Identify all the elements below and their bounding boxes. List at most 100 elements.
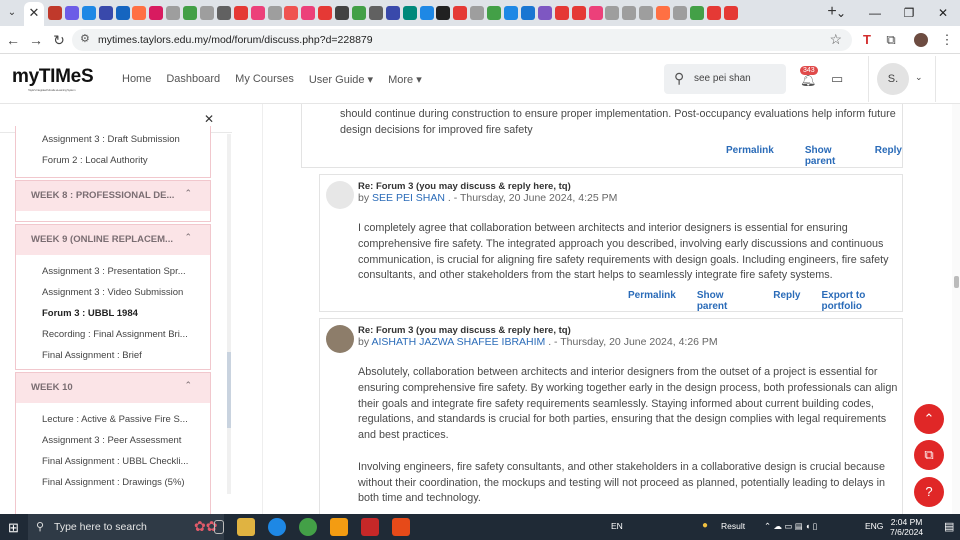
task-view-icon[interactable] — [214, 520, 224, 534]
scroll-to-top-button[interactable]: ⌃ — [914, 404, 944, 434]
tab-favicon[interactable] — [183, 6, 198, 20]
tab-favicon[interactable] — [520, 6, 535, 20]
tab-favicon[interactable] — [622, 6, 637, 20]
avatar[interactable] — [326, 181, 354, 209]
site-logo[interactable]: myTIMeS Taylor's Integrated Moodle eLear… — [12, 66, 94, 92]
browser-menu-icon[interactable]: ⋮ — [938, 31, 956, 49]
tab-favicon[interactable] — [487, 6, 502, 20]
taskbar-search-placeholder[interactable]: Type here to search — [54, 521, 147, 533]
taskbar-search[interactable]: ⚲ Type here to search ✿✿ — [28, 514, 224, 540]
tab-favicon[interactable] — [115, 6, 130, 20]
activity-item-current[interactable]: Forum 3 : UBBL 1984 — [42, 308, 138, 319]
permalink-link[interactable]: Permalink — [726, 145, 774, 167]
app-icon[interactable] — [330, 518, 348, 536]
avatar[interactable] — [326, 325, 354, 353]
app-icon[interactable] — [392, 518, 410, 536]
tab-favicon[interactable] — [537, 6, 552, 20]
bookmark-star-icon[interactable]: ☆ — [829, 31, 842, 48]
tab-favicon[interactable] — [588, 6, 603, 20]
show-parent-link[interactable]: Show parent — [805, 145, 844, 167]
activity-item[interactable]: Assignment 3 : Peer Assessment — [42, 435, 181, 446]
site-search-box[interactable]: ⚲ see pei shan — [664, 64, 786, 94]
keyboard-layout[interactable]: ENG — [865, 521, 883, 531]
activity-item[interactable]: Lecture : Active & Passive Fire S... — [42, 414, 188, 425]
tab-favicon[interactable] — [98, 6, 113, 20]
chevron-up-icon[interactable]: ⌃ — [184, 188, 192, 199]
tab-favicon[interactable] — [64, 6, 79, 20]
tab-favicon[interactable] — [250, 6, 265, 20]
tab-favicon[interactable] — [284, 6, 299, 20]
tab-favicon[interactable] — [470, 6, 485, 20]
tab-favicon[interactable] — [233, 6, 248, 20]
reply-link[interactable]: Reply — [875, 145, 902, 167]
acrobat-icon[interactable] — [361, 518, 379, 536]
activity-item[interactable]: Assignment 3 : Draft Submission — [42, 134, 180, 145]
tab-favicon[interactable] — [419, 6, 434, 20]
reload-icon[interactable]: ↻ — [50, 31, 68, 49]
tab-favicon[interactable] — [436, 6, 451, 20]
tray-icons[interactable]: ⌃ ☁ ▭ ▤ ◖ ▯ — [764, 521, 817, 532]
tab-favicon[interactable] — [318, 6, 333, 20]
tab-favicon[interactable] — [605, 6, 620, 20]
tab-favicon[interactable] — [81, 6, 96, 20]
author-link[interactable]: AISHATH JAZWA SHAFEE IBRAHIM — [371, 336, 545, 348]
edge-icon[interactable] — [268, 518, 286, 536]
tab-favicon[interactable] — [200, 6, 215, 20]
minimize-button[interactable]: — — [858, 0, 892, 26]
tab-favicon[interactable] — [504, 6, 519, 20]
section-header[interactable]: WEEK 8 : PROFESSIONAL DE... ⌃ — [16, 181, 210, 211]
activity-item[interactable]: Final Assignment : UBBL Checkli... — [42, 456, 188, 467]
tab-search-icon[interactable]: ⌄ — [4, 5, 20, 21]
nav-home[interactable]: Home — [122, 73, 151, 86]
tab-favicon[interactable] — [453, 6, 468, 20]
share-button[interactable]: ⧉ — [914, 440, 944, 470]
taskbar-clock[interactable]: 2:04 PM 7/6/2024 — [890, 517, 923, 537]
activity-item[interactable]: Final Assignment : Brief — [42, 350, 142, 361]
messages-icon[interactable]: ▭ — [831, 71, 843, 87]
weather-label[interactable]: Result — [721, 521, 745, 531]
page-scrollbar[interactable] — [952, 104, 960, 518]
back-icon[interactable]: ← — [4, 31, 22, 49]
language-indicator[interactable]: EN — [611, 521, 623, 531]
tab-favicon[interactable] — [706, 6, 721, 20]
extensions-puzzle-icon[interactable]: ⧉ — [882, 31, 900, 49]
tab-favicon[interactable] — [656, 6, 671, 20]
activity-item[interactable]: Forum 2 : Local Authority — [42, 155, 148, 166]
help-button[interactable]: ? — [914, 477, 944, 507]
section-header[interactable]: WEEK 10 ⌃ — [16, 373, 210, 403]
tab-favicon[interactable] — [149, 6, 164, 20]
tab-favicon[interactable] — [554, 6, 569, 20]
tab-favicon[interactable] — [385, 6, 400, 20]
section-header[interactable]: WEEK 9 (ONLINE REPLACEM... ⌃ — [16, 225, 210, 255]
tab-favicon[interactable] — [689, 6, 704, 20]
address-bar[interactable]: ⚙ mytimes.taylors.edu.my/mod/forum/discu… — [72, 29, 852, 51]
tab-search-button[interactable]: ⌄ — [824, 0, 858, 26]
chevron-up-icon[interactable]: ⌃ — [184, 232, 192, 243]
notification-center-icon[interactable]: ▤ — [944, 520, 954, 533]
drawer-scrollbar-thumb[interactable] — [227, 352, 231, 428]
notification-bell[interactable]: 🔔︎ 343 — [800, 66, 818, 90]
export-to-portfolio-link[interactable]: Export to portfolio — [821, 290, 902, 312]
maximize-button[interactable]: ❐ — [892, 0, 926, 26]
site-info-icon[interactable]: ⚙ — [80, 32, 90, 45]
tab-favicon[interactable] — [166, 6, 181, 20]
weather-icon[interactable]: ● — [702, 520, 708, 531]
tab-favicon[interactable] — [267, 6, 282, 20]
reply-link[interactable]: Reply — [773, 290, 800, 312]
show-parent-link[interactable]: Show parent — [697, 290, 752, 312]
file-explorer-icon[interactable] — [237, 518, 255, 536]
tab-favicon[interactable] — [368, 6, 383, 20]
activity-item[interactable]: Assignment 3 : Video Submission — [42, 287, 183, 298]
nav-dashboard[interactable]: Dashboard — [166, 73, 220, 86]
profile-avatar-icon[interactable] — [914, 33, 928, 47]
avatar[interactable]: S. — [877, 63, 909, 95]
tab-favicon[interactable] — [723, 6, 738, 20]
chevron-down-icon[interactable]: ⌄ — [915, 72, 923, 83]
tab-favicon[interactable] — [571, 6, 586, 20]
permalink-link[interactable]: Permalink — [628, 290, 676, 312]
forward-icon[interactable]: → — [27, 31, 45, 49]
activity-item[interactable]: Assignment 3 : Presentation Spr... — [42, 266, 186, 277]
nav-user-guide[interactable]: User Guide ▾ — [309, 73, 373, 86]
tab-favicon[interactable] — [48, 6, 62, 20]
close-window-button[interactable]: ✕ — [926, 0, 960, 26]
